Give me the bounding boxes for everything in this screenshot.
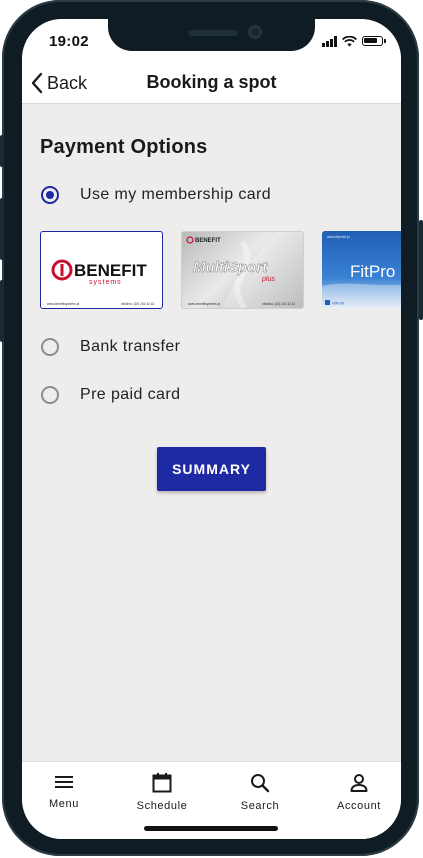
- option-label: Pre paid card: [80, 386, 181, 403]
- radio-bank-transfer[interactable]: [41, 338, 59, 356]
- speaker: [188, 30, 238, 36]
- tab-bar: Menu Schedule Search Account: [22, 761, 401, 839]
- screen: 19:02 Back Booking a spot Payment Option…: [22, 19, 401, 839]
- volume-down-button: [0, 280, 4, 342]
- card-multisport[interactable]: BENEFIT MultiSport plus www.benefitsyste…: [181, 231, 304, 309]
- calendar-icon: [152, 773, 172, 793]
- card-benefit[interactable]: BENEFIT systems www.benefitsystems.pl in…: [40, 231, 163, 309]
- status-time: 19:02: [49, 33, 89, 50]
- summary-button[interactable]: SUMMARY: [157, 447, 266, 491]
- tab-label: Search: [240, 800, 280, 812]
- nav-bar: Back Booking a spot: [22, 63, 401, 104]
- radio-pre-paid-card[interactable]: [41, 386, 59, 404]
- tab-menu[interactable]: Menu: [22, 772, 109, 810]
- benefit-logo-text: BENEFIT: [74, 261, 147, 280]
- home-indicator: [144, 826, 278, 831]
- multisport-tag-text: plus: [261, 276, 275, 283]
- tab-schedule[interactable]: Schedule: [117, 772, 207, 812]
- option-label: Bank transfer: [80, 338, 181, 355]
- multisport-footer-left: www.benefitsystems.pl: [188, 302, 221, 306]
- multisport-card-artwork: BENEFIT MultiSport plus www.benefitsyste…: [186, 232, 303, 308]
- option-pre-paid-card[interactable]: Pre paid card: [41, 386, 180, 404]
- payment-options-title: Payment Options: [40, 136, 208, 158]
- tab-label: Account: [337, 800, 381, 812]
- menu-icon: [55, 776, 73, 788]
- front-camera: [248, 25, 262, 39]
- wifi-icon: [342, 35, 357, 46]
- fitprofit-card-artwork: www.fitprofit.pl FitPro FitProfit: [322, 235, 401, 309]
- battery-icon: [362, 36, 386, 46]
- fitprofit-logo-text: FitPro: [350, 262, 395, 281]
- card-fitprofit[interactable]: www.fitprofit.pl FitPro FitProfit: [322, 231, 401, 309]
- benefit-card-artwork: BENEFIT systems www.benefitsystems.pl in…: [47, 259, 155, 306]
- multisport-footer-right: infolinia: (22) 242 42 42: [262, 302, 296, 306]
- tab-search[interactable]: Search: [215, 772, 305, 812]
- option-label: Use my membership card: [80, 186, 272, 203]
- benefit-footer-right: infolinia: (22) 242 42 42: [121, 302, 155, 306]
- search-icon: [251, 774, 270, 793]
- multisport-logo-text: MultiSport: [193, 259, 268, 276]
- tab-label: Schedule: [136, 800, 188, 812]
- fitprofit-header-text: www.fitprofit.pl: [327, 235, 350, 239]
- fitprofit-footer-text: FitProfit: [332, 302, 344, 306]
- tab-label: Menu: [49, 798, 79, 810]
- benefit-footer-left: www.benefitsystems.pl: [47, 302, 80, 306]
- option-bank-transfer[interactable]: Bank transfer: [41, 338, 180, 356]
- status-icons: [322, 35, 386, 47]
- radio-membership-card[interactable]: [41, 186, 59, 204]
- tab-account[interactable]: Account: [314, 772, 401, 812]
- volume-up-button: [0, 198, 4, 260]
- power-button: [419, 220, 423, 320]
- signal-icon: [322, 35, 337, 47]
- mute-switch: [0, 135, 4, 167]
- notch: [108, 19, 315, 51]
- benefit-sub-text: systems: [89, 279, 122, 286]
- status-bar: 19:02: [22, 19, 401, 63]
- account-icon: [350, 774, 368, 792]
- page-title: Booking a spot: [146, 72, 277, 92]
- option-membership-card[interactable]: Use my membership card: [41, 186, 271, 204]
- multisport-brand-text: BENEFIT: [195, 238, 221, 244]
